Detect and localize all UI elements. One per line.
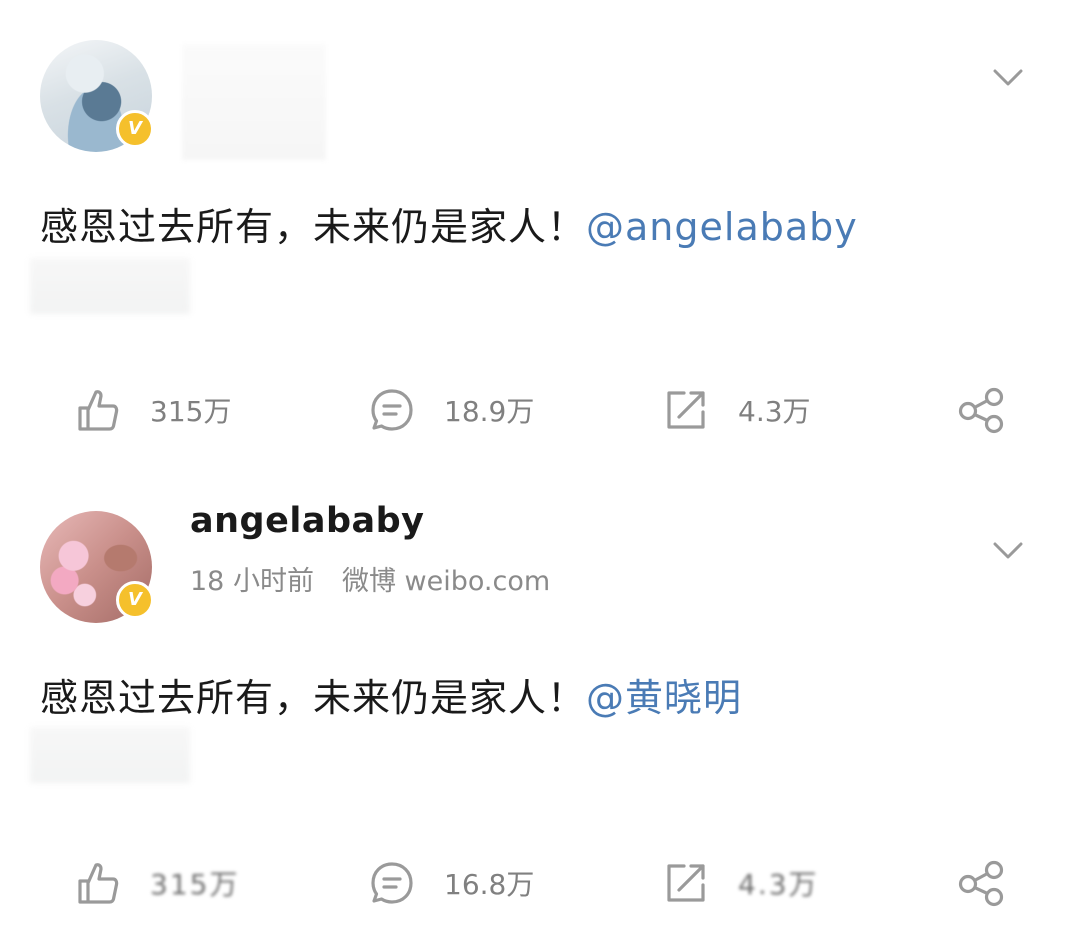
comment-icon — [371, 862, 413, 904]
redacted-area — [30, 258, 190, 314]
weibo-post: V 感恩过去所有，未来仍是家人！@angelababy 315万 18.9万 4… — [0, 0, 1080, 475]
like-button[interactable]: 315万 — [74, 853, 239, 913]
post-meta: 18 小时前 微博 weibo.com — [190, 559, 550, 598]
share-icon — [958, 860, 1004, 907]
post-text: 感恩过去所有，未来仍是家人！@黄晓明 — [40, 667, 742, 722]
mention-link[interactable]: @angelababy — [586, 205, 858, 249]
username-redacted — [182, 44, 326, 160]
chevron-down-icon[interactable] — [992, 68, 1024, 88]
user-avatar[interactable]: V — [40, 511, 154, 623]
thumbs-up-icon — [78, 390, 119, 431]
repost-count: 4.3万 — [738, 395, 811, 428]
comment-count: 16.8万 — [444, 868, 535, 901]
post-text: 感恩过去所有，未来仍是家人！@angelababy — [40, 196, 858, 251]
repost-icon — [667, 864, 705, 902]
post-source: 微博 weibo.com — [341, 566, 551, 597]
like-count: 315万 — [150, 868, 240, 901]
repost-icon — [667, 391, 705, 429]
verified-badge-icon: V — [116, 581, 154, 619]
like-count: 315万 — [150, 395, 232, 428]
comment-button[interactable]: 16.8万 — [368, 853, 534, 913]
share-icon — [958, 387, 1004, 434]
post-content: 感恩过去所有，未来仍是家人！ — [40, 676, 587, 720]
action-bar: 315万 16.8万 4.3万 — [0, 853, 1080, 913]
user-avatar[interactable]: V — [40, 40, 154, 152]
comment-count: 18.9万 — [444, 395, 535, 428]
repost-button[interactable]: 4.3万 — [662, 380, 811, 440]
action-bar: 315万 18.9万 4.3万 — [0, 380, 1080, 440]
repost-button[interactable]: 4.3万 — [662, 853, 819, 913]
repost-count: 4.3万 — [738, 868, 819, 901]
weibo-post: V angelababy 18 小时前 微博 weibo.com 感恩过去所有，未… — [0, 475, 1080, 950]
post-content: 感恩过去所有，未来仍是家人！ — [40, 205, 587, 249]
thumbs-up-icon — [78, 863, 119, 904]
share-button[interactable] — [956, 380, 1006, 440]
verified-badge-icon: V — [116, 110, 154, 148]
comment-icon — [371, 389, 413, 431]
post-time: 18 小时前 — [190, 566, 314, 597]
redacted-area — [30, 727, 190, 783]
share-button[interactable] — [956, 853, 1006, 913]
like-button[interactable]: 315万 — [74, 380, 231, 440]
chevron-down-icon[interactable] — [992, 541, 1024, 561]
mention-link[interactable]: @黄晓明 — [586, 676, 742, 720]
username[interactable]: angelababy — [190, 501, 424, 541]
comment-button[interactable]: 18.9万 — [368, 380, 534, 440]
